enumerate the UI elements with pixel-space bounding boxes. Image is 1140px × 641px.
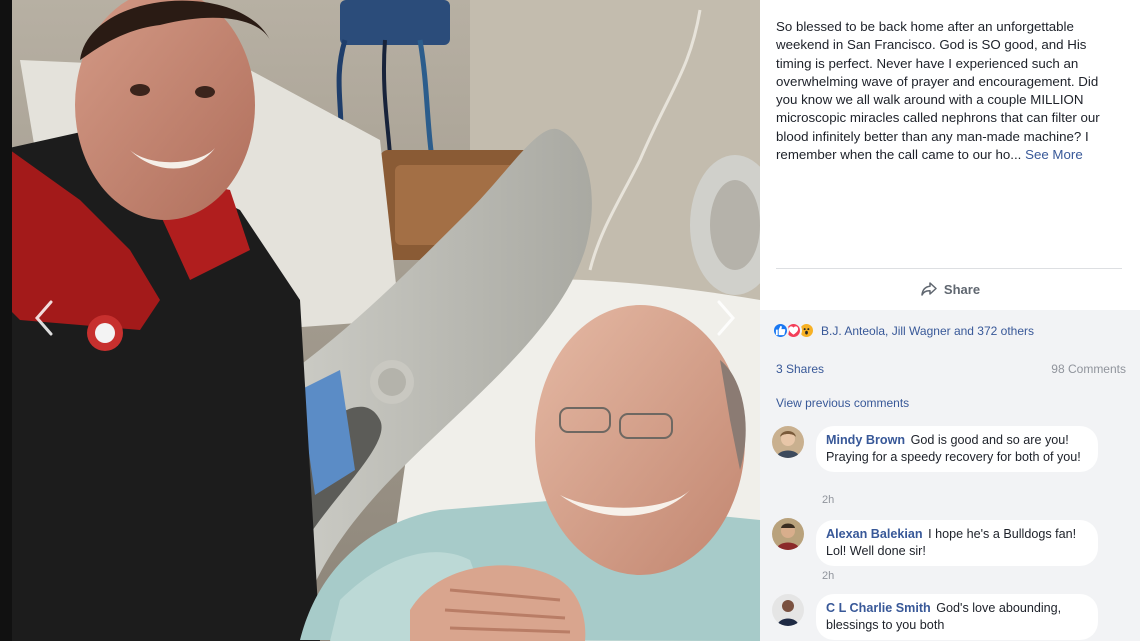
avatar[interactable] — [772, 426, 804, 458]
engagement-section: B.J. Anteola, Jill Wagner and 372 others… — [760, 310, 1140, 641]
post-caption-text: So blessed to be back home after an unfo… — [776, 19, 1100, 163]
avatar[interactable] — [772, 518, 804, 550]
chevron-left-icon — [35, 300, 53, 336]
photo-viewer[interactable] — [0, 0, 760, 641]
post-stats: 3 Shares 98 Comments — [776, 362, 1126, 376]
share-label: Share — [943, 281, 981, 297]
shares-count-link[interactable]: 3 Shares — [776, 362, 824, 376]
comment-bubble: Mindy Brown God is good and so are you! … — [816, 426, 1098, 473]
post-caption: So blessed to be back home after an unfo… — [776, 18, 1122, 164]
reactions-summary[interactable]: B.J. Anteola, Jill Wagner and 372 others — [772, 322, 1034, 339]
previous-photo-button[interactable] — [34, 300, 54, 336]
see-more-link[interactable]: See More — [1025, 147, 1083, 162]
comment-bubble: Alexan Balekian I hope he's a Bulldogs f… — [816, 520, 1098, 567]
like-icon — [772, 322, 789, 339]
divider — [776, 268, 1122, 269]
chevron-right-icon — [717, 300, 735, 336]
view-previous-comments-link[interactable]: View previous comments — [776, 396, 909, 410]
post-side-panel: So blessed to be back home after an unfo… — [760, 0, 1140, 641]
post-photo — [0, 0, 760, 641]
share-icon — [921, 282, 937, 296]
comment-bubble: C L Charlie Smith God's love abounding, … — [816, 594, 1098, 641]
avatar[interactable] — [772, 594, 804, 626]
comment-timestamp[interactable]: 2h — [822, 570, 834, 582]
reactions-text: B.J. Anteola, Jill Wagner and 372 others — [821, 323, 1035, 338]
comments-count-link[interactable]: 98 Comments — [1051, 362, 1126, 376]
comment-author-link[interactable]: Alexan Balekian — [826, 527, 923, 541]
comment-timestamp[interactable]: 2h — [822, 494, 834, 506]
share-button[interactable]: Share — [760, 270, 1140, 308]
next-photo-button[interactable] — [716, 300, 736, 336]
comment-author-link[interactable]: Mindy Brown — [826, 433, 905, 447]
comment-author-link[interactable]: C L Charlie Smith — [826, 601, 931, 615]
